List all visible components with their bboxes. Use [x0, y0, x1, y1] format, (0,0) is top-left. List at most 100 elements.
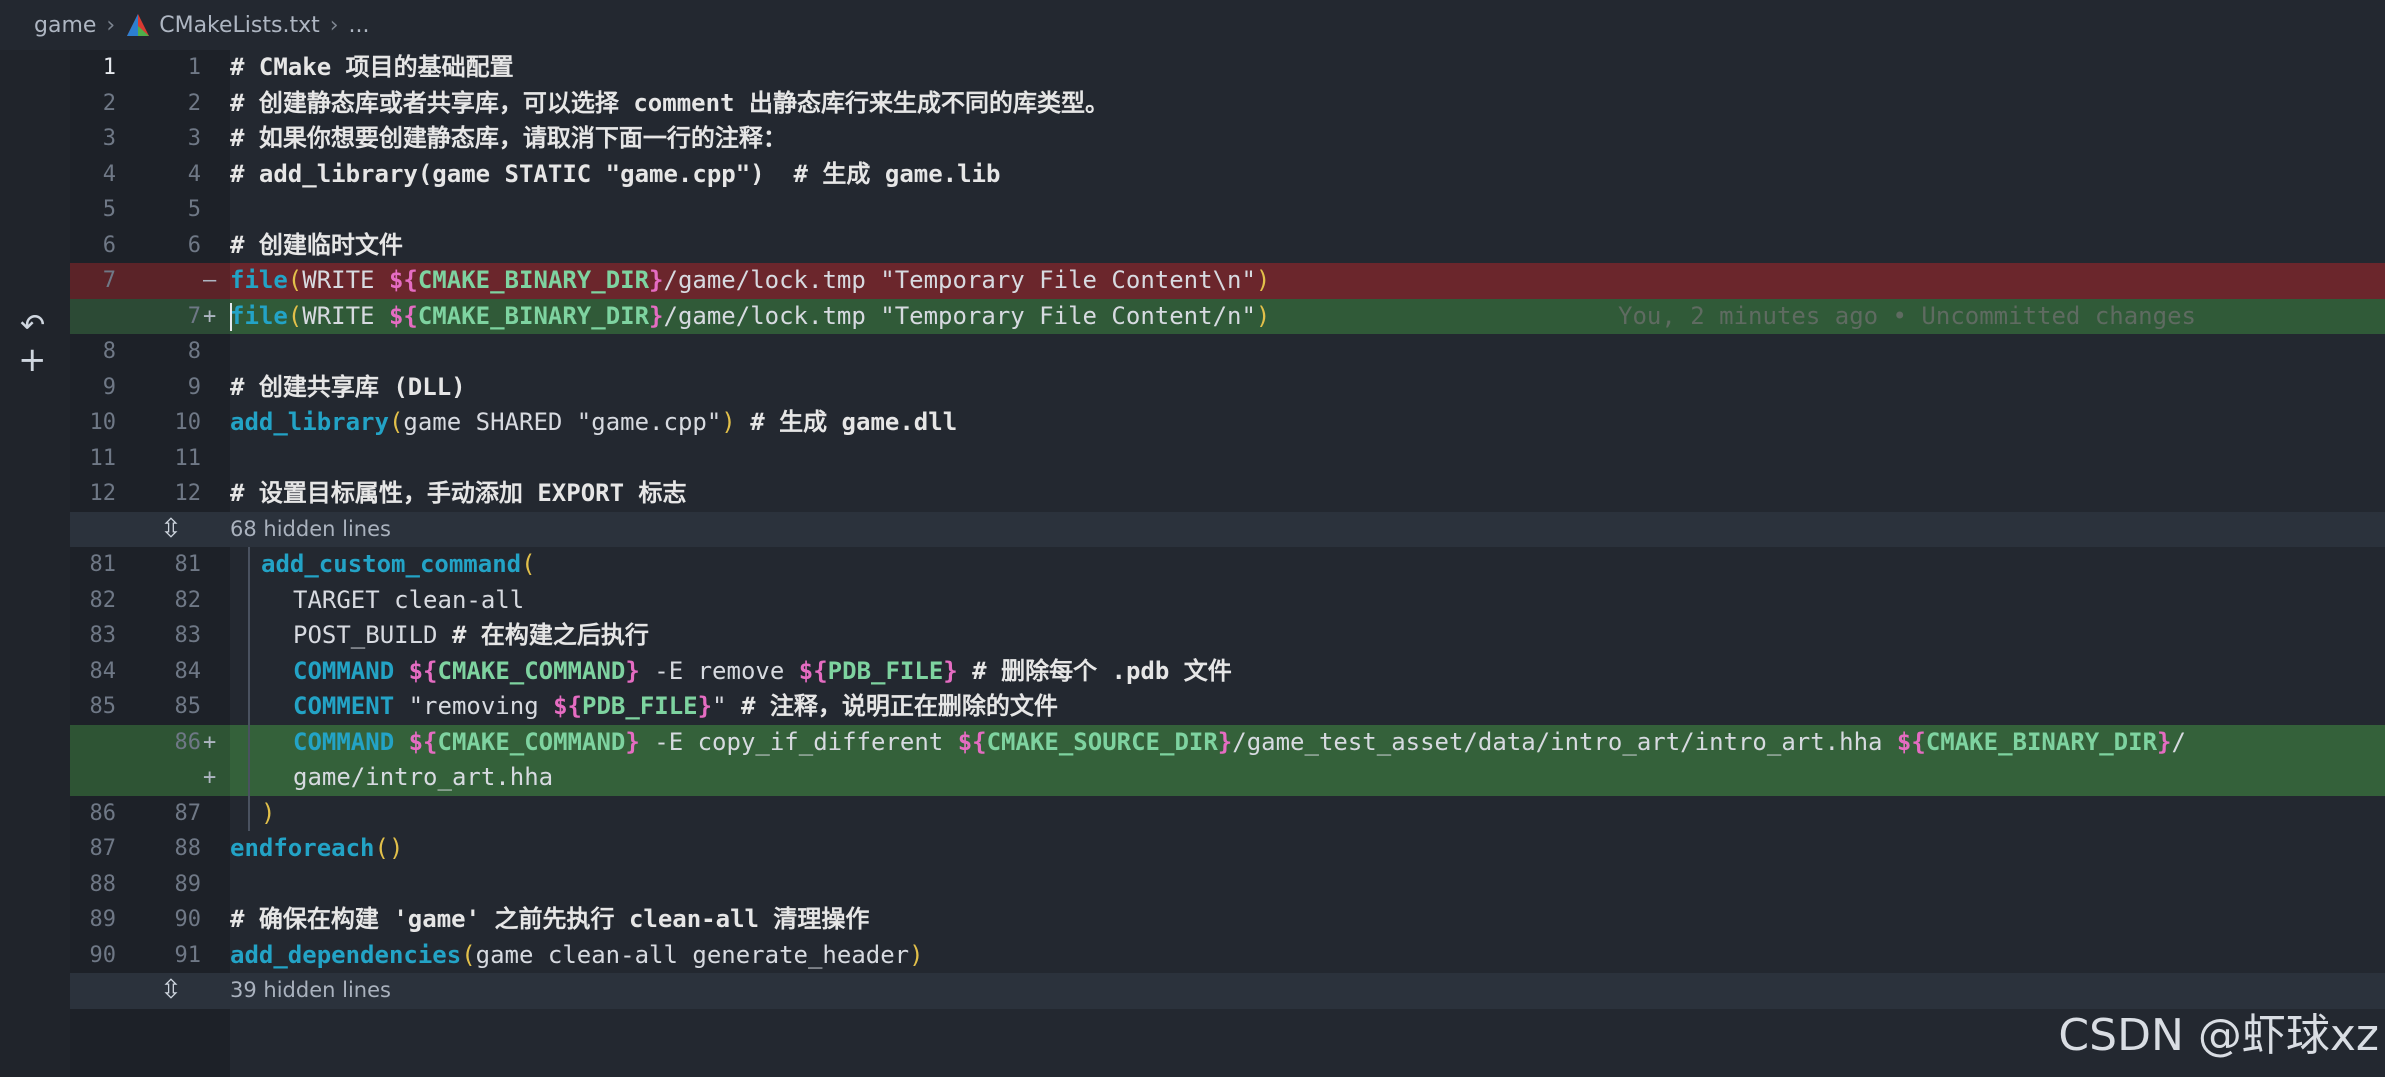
- watermark: CSDN @虾球xz: [2058, 1010, 2379, 1061]
- code-line[interactable]: 1 1 # CMake 项目的基础配置: [70, 50, 2385, 86]
- new-line-number: 82: [174, 587, 202, 613]
- hidden-lines-label[interactable]: 39 hidden lines: [230, 973, 391, 1009]
- new-line-number: 84: [174, 658, 202, 684]
- old-line-number: 82: [89, 587, 117, 613]
- code-text[interactable]: file(WRITE ${CMAKE_BINARY_DIR}/game/lock…: [230, 299, 1270, 335]
- old-line-number: 4: [102, 161, 116, 187]
- code-area: add_dependencies(game clean-all generate…: [230, 938, 2385, 974]
- code-line[interactable]: 89 90 # 确保在构建 'game' 之前先执行 clean-all 清理操作: [70, 902, 2385, 938]
- diff-marker: +: [203, 765, 217, 790]
- old-line-number: 86: [89, 800, 117, 826]
- code-area: # 如果你想要创建静态库，请取消下面一行的注释：: [230, 121, 2385, 157]
- code-line[interactable]: 4 4 # add_library(game STATIC "game.cpp") …: [70, 157, 2385, 193]
- code-text[interactable]: COMMENT "removing ${PDB_FILE}" # 注释，说明正在…: [293, 689, 1058, 725]
- new-line-number: 7: [187, 303, 201, 329]
- code-area: [230, 441, 2385, 477]
- code-text[interactable]: # 创建共享库 (DLL): [230, 370, 466, 406]
- code-line[interactable]: 81 81 add_custom_command(: [70, 547, 2385, 583]
- code-text[interactable]: # 创建临时文件: [230, 228, 403, 264]
- chevron-right-icon: ›: [106, 12, 116, 38]
- old-line-number: [70, 760, 116, 796]
- revert-icon[interactable]: ↶: [20, 308, 45, 343]
- indent-guide: [248, 547, 250, 583]
- code-text[interactable]: COMMAND ${CMAKE_COMMAND} -E copy_if_diff…: [293, 725, 2186, 761]
- git-blame-annotation: You, 2 minutes ago • Uncommitted changes: [1618, 301, 2196, 330]
- breadcrumb-more[interactable]: ...: [349, 13, 370, 38]
- code-text[interactable]: # add_library(game STATIC "game.cpp") # …: [230, 157, 1000, 193]
- code-area: COMMAND ${CMAKE_COMMAND} -E remove ${PDB…: [230, 653, 2385, 690]
- stage-icon[interactable]: +: [18, 340, 47, 380]
- code-text[interactable]: endforeach(): [230, 831, 403, 867]
- code-line[interactable]: 84 84 COMMAND ${CMAKE_COMMAND} -E remove $…: [70, 653, 2385, 690]
- new-line-number: 1: [187, 55, 201, 80]
- old-line-number: 1: [102, 55, 116, 80]
- hidden-lines-fold[interactable]: ⇳ 39 hidden lines: [70, 973, 2385, 1009]
- chevron-right-icon: ›: [329, 12, 339, 38]
- code-line[interactable]: 85 85 COMMENT "removing ${PDB_FILE}" # 注释，…: [70, 689, 2385, 725]
- old-line-number: 89: [89, 907, 117, 932]
- old-line-number: 84: [89, 658, 117, 684]
- code-line[interactable]: 88 89: [70, 867, 2385, 903]
- code-area: [230, 192, 2385, 228]
- code-text[interactable]: file(WRITE ${CMAKE_BINARY_DIR}/game/lock…: [230, 263, 1270, 299]
- breadcrumb-file[interactable]: CMakeLists.txt: [159, 13, 320, 38]
- code-text[interactable]: add_custom_command(: [261, 547, 536, 583]
- code-text[interactable]: # 创建静态库或者共享库，可以选择 comment 出静态库行来生成不同的库类型…: [230, 86, 1109, 122]
- code-line[interactable]: 87 88 endforeach(): [70, 831, 2385, 867]
- code-line[interactable]: 9 9 # 创建共享库 (DLL): [70, 370, 2385, 406]
- old-line-number: 12: [89, 481, 117, 506]
- new-line-number: 90: [174, 907, 202, 932]
- code-line[interactable]: + game/intro_art.hha: [70, 760, 2385, 796]
- hidden-lines-fold[interactable]: ⇳ 68 hidden lines: [70, 511, 2385, 548]
- old-line-number: 81: [89, 552, 117, 577]
- old-line-number: 10: [89, 410, 117, 435]
- indent-guide: [248, 618, 250, 654]
- code-line[interactable]: 90 91 add_dependencies(game clean-all gene…: [70, 938, 2385, 974]
- code-editor[interactable]: 1 1 # CMake 项目的基础配置 2 2 # 创建静态库或者共享库，可以选择 com…: [70, 50, 2385, 1009]
- diff-editor-window: game › CMakeLists.txt › ... ↶ + 1 1 # CMak…: [0, 0, 2385, 1077]
- new-line-number: 81: [174, 552, 202, 577]
- code-text[interactable]: POST_BUILD # 在构建之后执行: [293, 618, 649, 654]
- hidden-lines-label[interactable]: 68 hidden lines: [230, 512, 391, 548]
- code-text[interactable]: # 确保在构建 'game' 之前先执行 clean-all 清理操作: [230, 902, 869, 938]
- code-area: ): [230, 795, 2385, 832]
- old-line-number: 5: [102, 197, 116, 222]
- code-text[interactable]: game/intro_art.hha: [293, 760, 553, 796]
- new-line-number: 85: [174, 694, 202, 719]
- new-line-number: [145, 760, 201, 796]
- code-area: add_custom_command(: [230, 547, 2385, 583]
- code-text[interactable]: add_dependencies(game clean-all generate…: [230, 938, 924, 974]
- code-area: endforeach(): [230, 831, 2385, 867]
- code-area: # CMake 项目的基础配置: [230, 50, 2385, 86]
- code-text[interactable]: COMMAND ${CMAKE_COMMAND} -E remove ${PDB…: [293, 654, 1232, 690]
- code-line[interactable]: 86 + COMMAND ${CMAKE_COMMAND} -E copy_if_d…: [70, 724, 2385, 761]
- unfold-icon[interactable]: ⇳: [160, 512, 182, 548]
- new-line-number: 11: [174, 445, 202, 471]
- code-line[interactable]: 88: [70, 334, 2385, 370]
- code-line[interactable]: 12 12 # 设置目标属性，手动添加 EXPORT 标志: [70, 476, 2385, 512]
- code-line[interactable]: 86 87): [70, 795, 2385, 832]
- code-line[interactable]: 10 10 add_library(game SHARED "game.cpp") …: [70, 405, 2385, 441]
- code-line[interactable]: 82 82 TARGET clean-all: [70, 582, 2385, 619]
- activity-gutter: ↶ +: [0, 50, 70, 1077]
- code-text[interactable]: # 设置目标属性，手动添加 EXPORT 标志: [230, 476, 687, 512]
- code-line[interactable]: 7 — file(WRITE ${CMAKE_BINARY_DIR}/game/lo…: [70, 263, 2385, 299]
- code-area: # 确保在构建 'game' 之前先执行 clean-all 清理操作: [230, 902, 2385, 938]
- code-text[interactable]: # 如果你想要创建静态库，请取消下面一行的注释：: [230, 121, 787, 157]
- code-text[interactable]: # CMake 项目的基础配置: [230, 50, 514, 86]
- code-text[interactable]: add_library(game SHARED "game.cpp") # 生成…: [230, 405, 957, 441]
- code-line[interactable]: 2 2 # 创建静态库或者共享库，可以选择 comment 出静态库行来生成不同的库…: [70, 86, 2385, 122]
- new-line-number: 89: [174, 871, 202, 897]
- indent-guide: [248, 653, 250, 689]
- code-line[interactable]: 7 + file(WRITE ${CMAKE_BINARY_DIR}/game/lo…: [70, 298, 2385, 335]
- code-line[interactable]: 11 11: [70, 441, 2385, 477]
- code-line[interactable]: 6 6 # 创建临时文件: [70, 228, 2385, 264]
- code-line[interactable]: 55: [70, 192, 2385, 228]
- code-text[interactable]: ): [261, 796, 275, 832]
- code-line[interactable]: 83 83 POST_BUILD # 在构建之后执行: [70, 618, 2385, 654]
- diff-marker: +: [203, 729, 217, 755]
- unfold-icon[interactable]: ⇳: [160, 973, 182, 1009]
- breadcrumb-folder[interactable]: game: [34, 13, 96, 38]
- code-line[interactable]: 3 3 # 如果你想要创建静态库，请取消下面一行的注释：: [70, 121, 2385, 157]
- code-text[interactable]: TARGET clean-all: [293, 583, 524, 619]
